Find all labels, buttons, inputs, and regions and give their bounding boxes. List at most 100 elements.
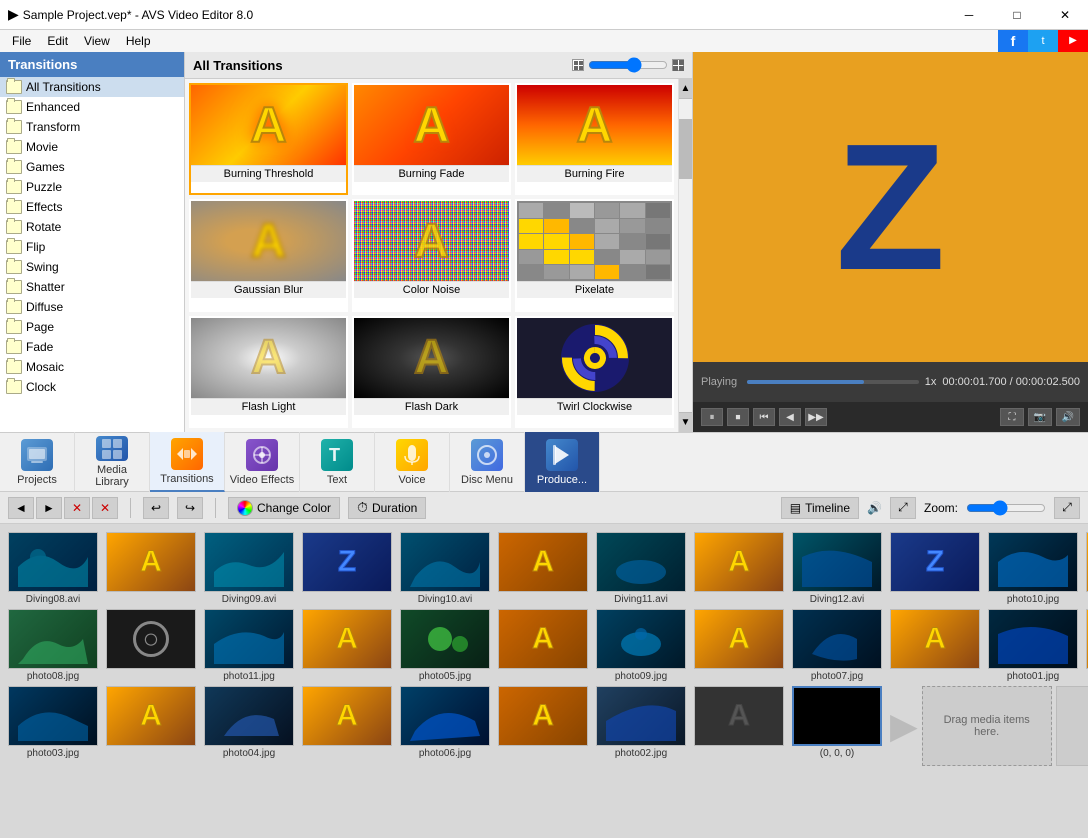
preview-progress-bar[interactable] bbox=[747, 380, 919, 384]
media-thumb-diving10[interactable] bbox=[400, 532, 490, 592]
toolbar-voice[interactable]: Voice bbox=[375, 432, 450, 492]
transition-twirl-clockwise[interactable]: Twirl Clockwise bbox=[515, 316, 674, 428]
transition-gaussian-blur[interactable]: A Gaussian Blur bbox=[189, 199, 348, 311]
timeline-view-button[interactable]: ▤ Timeline bbox=[781, 497, 859, 519]
media-thumb-photo05[interactable] bbox=[400, 609, 490, 669]
stop-button[interactable]: ⏹ bbox=[727, 408, 749, 426]
media-thumb-diving09[interactable] bbox=[204, 532, 294, 592]
sidebar-item-effects[interactable]: Effects bbox=[0, 197, 184, 217]
media-thumb-diving11[interactable] bbox=[596, 532, 686, 592]
media-thumb-photo09[interactable] bbox=[596, 609, 686, 669]
nav-x2-button[interactable]: ✕ bbox=[92, 497, 118, 519]
nav-back-button[interactable]: ◄ bbox=[8, 497, 34, 519]
rewind-button[interactable]: ◀ bbox=[779, 408, 801, 426]
nav-x-button[interactable]: ✕ bbox=[64, 497, 90, 519]
volume-button[interactable]: 🔊 bbox=[1056, 408, 1080, 426]
pause-button[interactable]: ⏸ bbox=[701, 408, 723, 426]
media-thumb-photo03[interactable] bbox=[8, 686, 98, 746]
facebook-button[interactable]: f bbox=[998, 30, 1028, 52]
transition-burning-fade[interactable]: A Burning Fade bbox=[352, 83, 511, 195]
media-thumb-gold-a6[interactable]: A bbox=[890, 609, 980, 669]
close-button[interactable]: ✕ bbox=[1042, 0, 1088, 30]
transitions-scrollbar[interactable]: ▲ ▼ bbox=[678, 79, 692, 432]
undo-button[interactable]: ↩ bbox=[143, 497, 169, 519]
toolbar-produce[interactable]: Produce... bbox=[525, 432, 600, 492]
transitions-size-slider[interactable] bbox=[588, 57, 668, 73]
media-thumb-photo04[interactable] bbox=[204, 686, 294, 746]
media-thumb-diving08[interactable] bbox=[8, 532, 98, 592]
sidebar-item-page[interactable]: Page bbox=[0, 317, 184, 337]
media-thumb-gold-a1[interactable]: A bbox=[106, 532, 196, 592]
toolbar-projects[interactable]: Projects bbox=[0, 432, 75, 492]
media-thumb-gold-a9[interactable]: A bbox=[302, 686, 392, 746]
toolbar-text[interactable]: T Text bbox=[300, 432, 375, 492]
menu-help[interactable]: Help bbox=[118, 32, 159, 50]
transition-pixelate[interactable]: Pixelate bbox=[515, 199, 674, 311]
scroll-thumb[interactable] bbox=[679, 119, 692, 179]
sidebar-item-movie[interactable]: Movie bbox=[0, 137, 184, 157]
toolbar-disc-menu[interactable]: Disc Menu bbox=[450, 432, 525, 492]
toolbar-media-library[interactable]: Media Library bbox=[75, 432, 150, 492]
toolbar-video-effects[interactable]: Video Effects bbox=[225, 432, 300, 492]
expand-button[interactable]: ⤢ bbox=[890, 497, 916, 519]
scroll-down-button[interactable]: ▼ bbox=[679, 412, 692, 432]
menu-view[interactable]: View bbox=[76, 32, 118, 50]
prev-frame-button[interactable]: ⏮ bbox=[753, 408, 775, 426]
redo-button[interactable]: ↪ bbox=[177, 497, 203, 519]
twitter-button[interactable]: t bbox=[1028, 30, 1058, 52]
media-thumb-photo07[interactable] bbox=[792, 609, 882, 669]
sidebar-item-clock[interactable]: Clock bbox=[0, 377, 184, 397]
media-thumb-photo06[interactable] bbox=[400, 686, 490, 746]
media-thumb-orange-a2[interactable]: A bbox=[498, 609, 588, 669]
sidebar-item-all-transitions[interactable]: All Transitions bbox=[0, 77, 184, 97]
sidebar-item-mosaic[interactable]: Mosaic bbox=[0, 357, 184, 377]
transition-color-noise[interactable]: A Color Noise bbox=[352, 199, 511, 311]
media-thumb-gold-a8[interactable]: A bbox=[106, 686, 196, 746]
media-thumb-photo10[interactable] bbox=[988, 532, 1078, 592]
media-thumb-gold-a2[interactable]: A bbox=[694, 532, 784, 592]
sidebar-item-diffuse[interactable]: Diffuse bbox=[0, 297, 184, 317]
sidebar-item-flip[interactable]: Flip bbox=[0, 237, 184, 257]
sidebar-item-swing[interactable]: Swing bbox=[0, 257, 184, 277]
media-thumb-blue-z2[interactable]: Z bbox=[890, 532, 980, 592]
transition-burning-fire[interactable]: A Burning Fire bbox=[515, 83, 674, 195]
toolbar-transitions[interactable]: Transitions bbox=[150, 432, 225, 492]
duration-button[interactable]: ⏱ Duration bbox=[348, 497, 426, 519]
fullscreen-button[interactable]: ⛶ bbox=[1000, 408, 1024, 426]
grid-large-icon[interactable] bbox=[672, 59, 684, 71]
transition-burning-threshold[interactable]: A Burning Threshold bbox=[189, 83, 348, 195]
media-thumb-gold-a5[interactable]: A bbox=[694, 609, 784, 669]
media-thumb-gold-a4[interactable]: A bbox=[302, 609, 392, 669]
forward-button[interactable]: ▶▶ bbox=[805, 408, 827, 426]
sidebar-item-fade[interactable]: Fade bbox=[0, 337, 184, 357]
change-color-button[interactable]: Change Color bbox=[228, 497, 340, 519]
sidebar-item-rotate[interactable]: Rotate bbox=[0, 217, 184, 237]
youtube-button[interactable]: ▶ bbox=[1058, 30, 1088, 52]
menu-edit[interactable]: Edit bbox=[39, 32, 76, 50]
drag-zone[interactable]: Drag media itemshere. bbox=[922, 686, 1052, 766]
media-thumb-diving12[interactable] bbox=[792, 532, 882, 592]
media-thumb-blue-z1[interactable]: Z bbox=[302, 532, 392, 592]
sidebar-item-puzzle[interactable]: Puzzle bbox=[0, 177, 184, 197]
sidebar-item-transform[interactable]: Transform bbox=[0, 117, 184, 137]
media-thumb-orange-a1[interactable]: A bbox=[498, 532, 588, 592]
transition-flash-dark[interactable]: A Flash Dark bbox=[352, 316, 511, 428]
zoom-slider[interactable] bbox=[966, 500, 1046, 516]
media-thumb-photo01[interactable] bbox=[988, 609, 1078, 669]
media-thumb-photo08[interactable] bbox=[8, 609, 98, 669]
sidebar-item-games[interactable]: Games bbox=[0, 157, 184, 177]
media-thumb-photo11[interactable] bbox=[204, 609, 294, 669]
minimize-button[interactable]: ─ bbox=[946, 0, 992, 30]
media-thumb-circle-o[interactable]: ○ bbox=[106, 609, 196, 669]
snapshot-button[interactable]: 📷 bbox=[1028, 408, 1052, 426]
media-thumb-black-main[interactable] bbox=[792, 686, 882, 746]
maximize-button[interactable]: □ bbox=[994, 0, 1040, 30]
media-thumb-orange-a3[interactable]: A bbox=[498, 686, 588, 746]
sidebar-item-enhanced[interactable]: Enhanced bbox=[0, 97, 184, 117]
fullscreen-timeline-button[interactable]: ⤢ bbox=[1054, 497, 1080, 519]
grid-small-icon[interactable] bbox=[572, 59, 584, 71]
scroll-up-button[interactable]: ▲ bbox=[679, 79, 692, 99]
media-thumb-photo02[interactable] bbox=[596, 686, 686, 746]
nav-forward-button[interactable]: ► bbox=[36, 497, 62, 519]
transition-flash-light[interactable]: A Flash Light bbox=[189, 316, 348, 428]
